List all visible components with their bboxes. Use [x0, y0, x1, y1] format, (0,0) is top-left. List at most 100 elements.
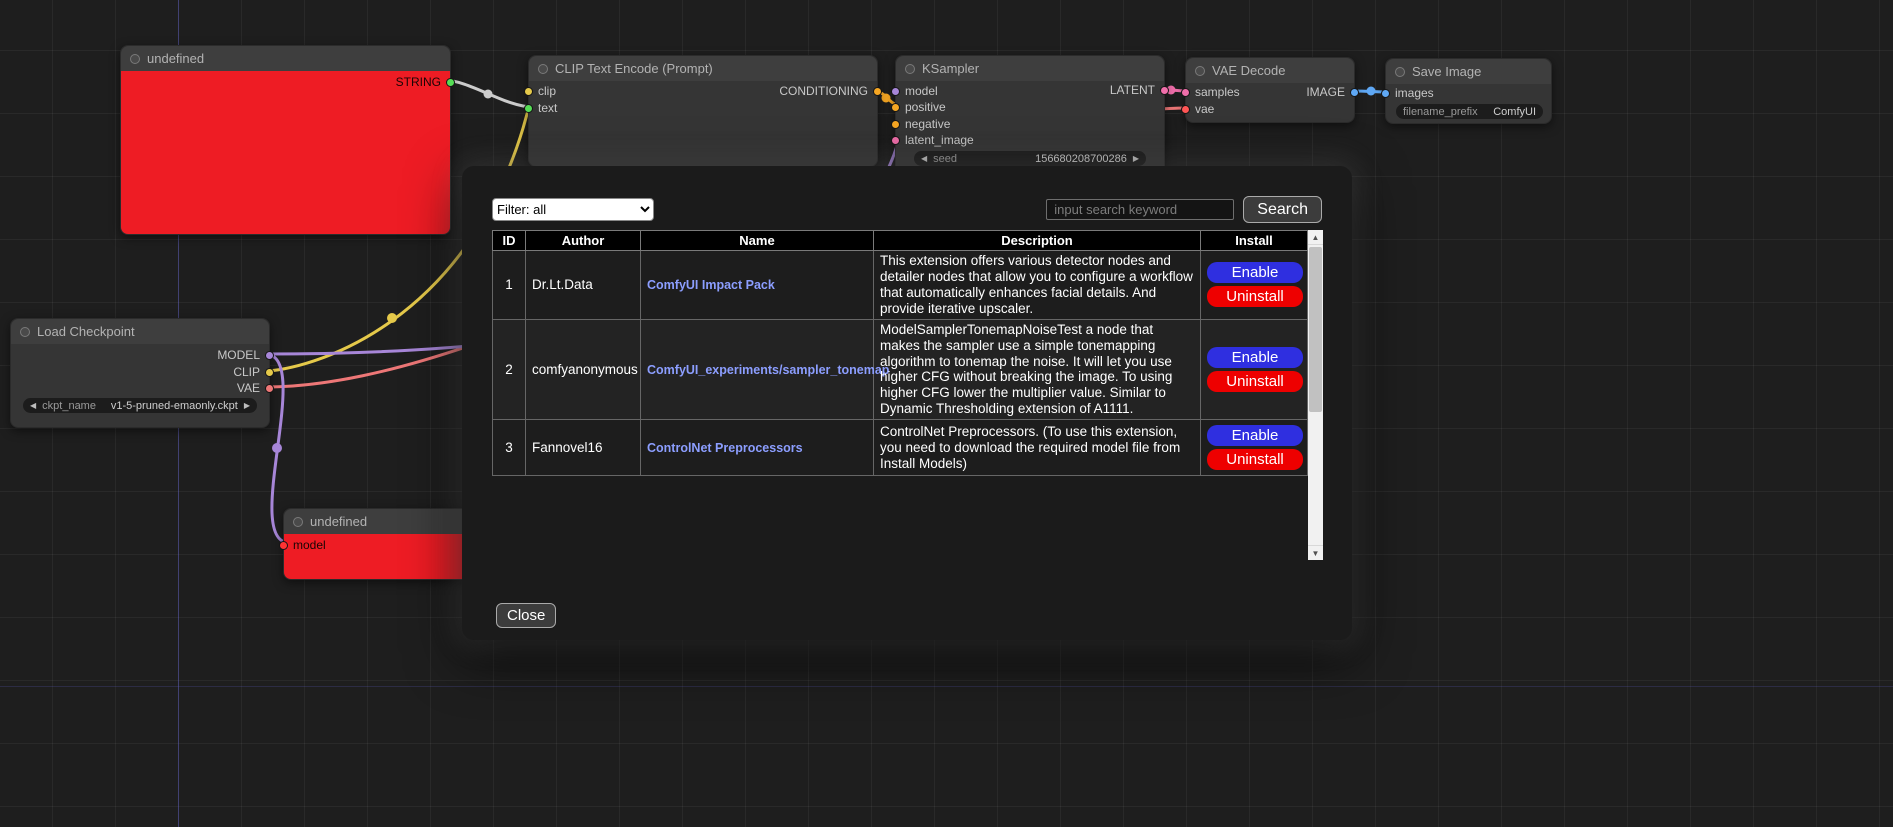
cell-install: Enable Uninstall: [1201, 251, 1308, 320]
output-slot-image: IMAGE: [1306, 85, 1359, 99]
ckpt-name-widget[interactable]: ◀ ckpt_name v1-5-pruned-emaonly.ckpt ▶: [23, 398, 257, 413]
collapse-dot-icon[interactable]: [1395, 67, 1405, 77]
node-clip-text-encode[interactable]: CLIP Text Encode (Prompt) clip text COND…: [528, 55, 878, 167]
header-id: ID: [493, 231, 526, 251]
node-title: Load Checkpoint: [37, 324, 135, 339]
input-pin-negative[interactable]: [891, 120, 900, 129]
node-title-bar[interactable]: VAE Decode: [1186, 58, 1354, 83]
search-area: Search: [1046, 196, 1322, 223]
link-dot-clip: [387, 313, 397, 323]
input-pin-samples[interactable]: [1181, 88, 1190, 97]
collapse-dot-icon[interactable]: [20, 327, 30, 337]
input-pin-latent-image[interactable]: [891, 136, 900, 145]
output-pin-model[interactable]: [265, 351, 274, 360]
node-title: undefined: [310, 514, 367, 529]
table-scrollbar[interactable]: ▲ ▼: [1308, 230, 1323, 560]
collapse-dot-icon[interactable]: [130, 54, 140, 64]
node-body: model: [284, 534, 472, 579]
output-slot-conditioning: CONDITIONING: [779, 84, 882, 98]
input-pin-model[interactable]: [891, 87, 900, 96]
uninstall-button[interactable]: Uninstall: [1207, 286, 1303, 307]
input-pin-text[interactable]: [524, 104, 533, 113]
extension-link[interactable]: ComfyUI_experiments/sampler_tonemap: [647, 363, 889, 377]
node-ksampler[interactable]: KSampler model positive negative latent_…: [895, 55, 1165, 175]
node-body: samples vae IMAGE: [1186, 83, 1354, 122]
output-pin-conditioning[interactable]: [873, 87, 882, 96]
node-undefined-bottom[interactable]: undefined model: [283, 508, 473, 580]
input-pin-model[interactable]: [279, 541, 288, 550]
scroll-up-arrow-icon[interactable]: ▲: [1308, 230, 1323, 245]
input-slot-positive: positive: [891, 100, 946, 114]
slot-label: CONDITIONING: [779, 84, 868, 98]
slot-label: IMAGE: [1306, 85, 1345, 99]
widget-left-arrow-icon[interactable]: ◀: [921, 155, 927, 163]
collapse-dot-icon[interactable]: [1195, 66, 1205, 76]
node-title-bar[interactable]: CLIP Text Encode (Prompt): [529, 56, 877, 81]
header-author: Author: [526, 231, 641, 251]
collapse-dot-icon[interactable]: [905, 64, 915, 74]
input-pin-clip[interactable]: [524, 87, 533, 96]
collapse-dot-icon[interactable]: [293, 517, 303, 527]
node-title-bar[interactable]: Save Image: [1386, 59, 1551, 84]
widget-value: 156680208700286: [1035, 153, 1127, 165]
cell-description: ControlNet Preprocessors. (To use this e…: [874, 420, 1201, 476]
filename-prefix-widget[interactable]: filename_prefix ComfyUI: [1396, 104, 1543, 119]
collapse-dot-icon[interactable]: [538, 64, 548, 74]
node-load-checkpoint[interactable]: Load Checkpoint MODEL CLIP VAE ◀ ckpt_na…: [10, 318, 270, 428]
scrollbar-thumb[interactable]: [1309, 247, 1322, 412]
slot-label: STRING: [396, 75, 441, 89]
node-undefined-top[interactable]: undefined STRING: [120, 45, 451, 235]
header-description: Description: [874, 231, 1201, 251]
enable-button[interactable]: Enable: [1207, 347, 1303, 368]
search-button[interactable]: Search: [1243, 196, 1322, 223]
table-row: 3 Fannovel16 ControlNet Preprocessors Co…: [493, 420, 1308, 476]
node-title-bar[interactable]: Load Checkpoint: [11, 319, 269, 344]
widget-right-arrow-icon[interactable]: ▶: [1133, 155, 1139, 163]
input-pin-vae[interactable]: [1181, 105, 1190, 114]
cell-author: comfyanonymous: [526, 319, 641, 420]
widget-left-arrow-icon[interactable]: ◀: [30, 402, 36, 410]
node-body: MODEL CLIP VAE ◀ ckpt_name v1-5-pruned-e…: [11, 344, 269, 427]
link-dot-image: [1367, 87, 1376, 96]
extension-table: ID Author Name Description Install 1 Dr.…: [492, 230, 1308, 476]
node-title-bar[interactable]: KSampler: [896, 56, 1164, 81]
input-slot-negative: negative: [891, 117, 950, 131]
search-input[interactable]: [1046, 199, 1234, 220]
widget-value: v1-5-pruned-emaonly.ckpt: [111, 400, 238, 412]
output-pin-image[interactable]: [1350, 88, 1359, 97]
enable-button[interactable]: Enable: [1207, 262, 1303, 283]
output-pin-vae[interactable]: [265, 384, 274, 393]
output-pin-clip[interactable]: [265, 368, 274, 377]
enable-button[interactable]: Enable: [1207, 425, 1303, 446]
uninstall-button[interactable]: Uninstall: [1207, 449, 1303, 470]
slot-label: latent_image: [905, 133, 974, 147]
widget-value: ComfyUI: [1493, 106, 1536, 118]
node-title-bar[interactable]: undefined: [284, 509, 472, 534]
slot-label: clip: [538, 84, 556, 98]
node-save-image[interactable]: Save Image images filename_prefix ComfyU…: [1385, 58, 1552, 124]
node-title-bar[interactable]: undefined: [121, 46, 450, 71]
node-body: images filename_prefix ComfyUI: [1386, 84, 1551, 123]
widget-right-arrow-icon[interactable]: ▶: [244, 402, 250, 410]
uninstall-button[interactable]: Uninstall: [1207, 371, 1303, 392]
input-pin-positive[interactable]: [891, 103, 900, 112]
slot-label: VAE: [237, 381, 260, 395]
cell-author: Dr.Lt.Data: [526, 251, 641, 320]
filter-select[interactable]: Filter: all: [492, 198, 654, 221]
input-pin-images[interactable]: [1381, 89, 1390, 98]
node-title: CLIP Text Encode (Prompt): [555, 61, 713, 76]
extension-link[interactable]: ComfyUI Impact Pack: [647, 278, 775, 292]
seed-widget[interactable]: ◀ seed 156680208700286 ▶: [914, 151, 1146, 166]
node-body: model positive negative latent_image LAT…: [896, 81, 1164, 174]
scroll-down-arrow-icon[interactable]: ▼: [1308, 545, 1323, 560]
node-vae-decode[interactable]: VAE Decode samples vae IMAGE: [1185, 57, 1355, 123]
extension-link[interactable]: ControlNet Preprocessors: [647, 441, 803, 455]
input-slot-samples: samples: [1181, 85, 1240, 99]
close-button[interactable]: Close: [496, 603, 556, 628]
link-dot-conditioning: [882, 94, 891, 103]
widget-name: seed: [933, 153, 957, 165]
header-install: Install: [1201, 231, 1308, 251]
input-slot-images: images: [1381, 86, 1434, 100]
output-pin-string[interactable]: [446, 78, 455, 87]
output-pin-latent[interactable]: [1160, 86, 1169, 95]
